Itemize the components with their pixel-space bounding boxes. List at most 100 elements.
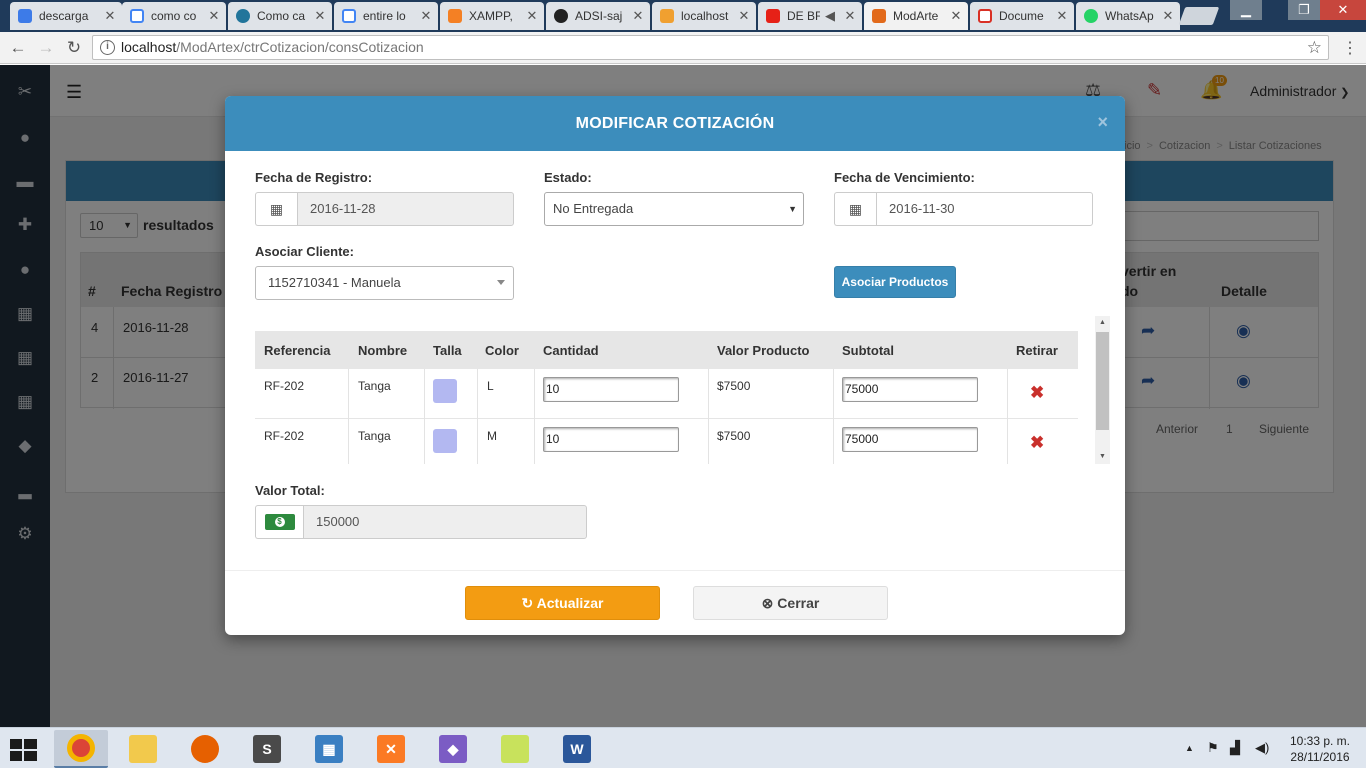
calendar-icon: ▦: [255, 192, 297, 226]
scrollbar-thumb[interactable]: [1096, 332, 1109, 430]
word-taskbar-icon[interactable]: W: [550, 730, 604, 768]
close-icon[interactable]: ✕: [950, 8, 962, 24]
google-icon: [130, 9, 144, 23]
restore-icon[interactable]: ❐: [1288, 0, 1320, 20]
fecha-registro-input[interactable]: 2016-11-28: [297, 192, 514, 226]
browser-tab[interactable]: descarga ✕: [10, 2, 122, 30]
product-valor: $7500: [717, 429, 751, 443]
close-icon[interactable]: ✕: [1056, 8, 1068, 24]
close-icon[interactable]: ✕: [632, 8, 644, 24]
youtube-icon: [766, 9, 780, 23]
audio-icon: ◀: [825, 8, 835, 23]
actualizar-button[interactable]: ↻ Actualizar: [465, 586, 660, 620]
minimize-icon[interactable]: ▁: [1230, 0, 1262, 20]
volume-icon[interactable]: ◀): [1255, 740, 1269, 756]
modal-header: MODIFICAR COTIZACIÓN ×: [225, 96, 1125, 151]
bookmark-star-icon[interactable]: ☆: [1307, 36, 1322, 59]
calendar-icon[interactable]: ▦: [834, 192, 876, 226]
browser-tab[interactable]: entire lo ✕: [334, 2, 438, 30]
dropbox-icon: [18, 9, 32, 23]
chrome-taskbar-icon[interactable]: [54, 730, 108, 768]
xampp-taskbar-icon[interactable]: ✕: [364, 730, 418, 768]
wordpress-icon: [236, 9, 250, 23]
forward-icon[interactable]: →: [36, 38, 56, 58]
file-explorer-taskbar-icon[interactable]: [116, 730, 170, 768]
product-color: L: [487, 379, 494, 393]
modal-title: MODIFICAR COTIZACIÓN: [575, 115, 775, 132]
subtotal-input[interactable]: 75000: [842, 377, 978, 402]
cantidad-input[interactable]: 10: [543, 377, 679, 402]
close-icon[interactable]: ✕: [208, 8, 220, 24]
remove-icon[interactable]: ✖: [1030, 383, 1044, 403]
new-tab-button[interactable]: [1178, 7, 1220, 25]
remove-icon[interactable]: ✖: [1030, 433, 1044, 453]
close-icon[interactable]: ✕: [314, 8, 326, 24]
products-table-header: Referencia Nombre Talla Color Cantidad V…: [255, 331, 1078, 369]
browser-menu-icon[interactable]: ⋮: [1340, 38, 1360, 58]
modificar-cotizacion-modal: MODIFICAR COTIZACIÓN × Fecha de Registro…: [225, 96, 1125, 635]
windows-taskbar: S ▦ ✕ ◆ W ▲ ⚑ ▟ ◀) 10:33 p. m. 28/11/201…: [0, 727, 1366, 768]
product-valor: $7500: [717, 379, 751, 393]
browser-tab[interactable]: Docume ✕: [970, 2, 1074, 30]
valor-total-field: $ 150000: [255, 505, 587, 539]
refresh-icon: ↻: [521, 595, 534, 611]
sticky-notes-taskbar-icon[interactable]: [488, 730, 542, 768]
estado-select[interactable]: No Entregada ▼: [544, 192, 804, 226]
clock[interactable]: 10:33 p. m. 28/11/2016: [1284, 733, 1356, 765]
gmail-icon: [978, 9, 992, 23]
close-window-icon[interactable]: ✕: [1320, 0, 1366, 20]
product-nombre: Tanga: [358, 429, 391, 443]
browser-tab-active[interactable]: ModArte ✕: [864, 2, 968, 30]
back-icon[interactable]: ←: [8, 38, 28, 58]
th-cantidad: Cantidad: [543, 343, 599, 358]
url-input[interactable]: i localhost/ModArtex/ctrCotizacion/consC…: [92, 35, 1329, 60]
wifi-icon[interactable]: ▟: [1230, 740, 1240, 756]
github-icon: [554, 9, 568, 23]
browser-tab[interactable]: XAMPP, ✕: [440, 2, 544, 30]
browser-tab[interactable]: localhost ✕: [652, 2, 756, 30]
estado-label: Estado:: [544, 170, 592, 185]
close-icon[interactable]: ×: [1097, 113, 1108, 131]
asociar-productos-button[interactable]: Asociar Productos: [834, 266, 956, 298]
cantidad-input[interactable]: 10: [543, 427, 679, 452]
subtotal-input[interactable]: 75000: [842, 427, 978, 452]
google-icon: [342, 9, 356, 23]
close-icon[interactable]: ✕: [1162, 8, 1174, 24]
firefox-taskbar-icon[interactable]: [178, 730, 232, 768]
fecha-vencimiento-field: ▦ 2016-11-30: [834, 192, 1093, 226]
cerrar-button[interactable]: ⊗ Cerrar: [693, 586, 888, 620]
browser-tab[interactable]: DE BF ◀ ✕: [758, 2, 862, 30]
address-bar-row: ← → ↻ i localhost/ModArtex/ctrCotizacion…: [0, 32, 1366, 64]
browser-tab[interactable]: WhatsAp ✕: [1076, 2, 1180, 30]
info-icon[interactable]: i: [100, 40, 115, 55]
show-hidden-icons-icon[interactable]: ▲: [1185, 743, 1194, 753]
windows-start-icon[interactable]: [10, 738, 40, 762]
caret-down-icon: ▼: [788, 204, 797, 214]
browser-tab[interactable]: como co ✕: [122, 2, 226, 30]
fecha-vencimiento-input[interactable]: 2016-11-30: [876, 192, 1093, 226]
flag-icon[interactable]: ⚑: [1207, 740, 1219, 756]
product-row: RF-202 Tanga L 10 $7500 75000 ✖: [255, 369, 1078, 419]
close-icon[interactable]: ✕: [104, 8, 116, 24]
reload-icon[interactable]: ↻: [64, 38, 84, 58]
valor-total-label: Valor Total:: [255, 483, 325, 498]
sublime-taskbar-icon[interactable]: S: [240, 730, 294, 768]
phpmyadmin-icon: [660, 9, 674, 23]
scroll-up-icon[interactable]: ▲: [1095, 316, 1110, 330]
close-icon[interactable]: ✕: [526, 8, 538, 24]
th-retirar: Retirar: [1016, 343, 1058, 358]
cliente-select[interactable]: 1152710341 - Manuela: [255, 266, 514, 300]
close-icon[interactable]: ✕: [738, 8, 750, 24]
close-icon[interactable]: ✕: [420, 8, 432, 24]
control-panel-taskbar-icon[interactable]: ▦: [302, 730, 356, 768]
scroll-down-icon[interactable]: ▼: [1095, 450, 1110, 464]
valor-total-input[interactable]: 150000: [303, 505, 587, 539]
times-circle-icon: ⊗: [761, 595, 774, 611]
th-talla: Talla: [433, 343, 462, 358]
browser-tab[interactable]: ADSI-saj ✕: [546, 2, 650, 30]
close-icon[interactable]: ✕: [844, 8, 856, 24]
gitkraken-taskbar-icon[interactable]: ◆: [426, 730, 480, 768]
browser-tab[interactable]: Como ca ✕: [228, 2, 332, 30]
products-table: Referencia Nombre Talla Color Cantidad V…: [255, 316, 1078, 464]
products-scrollbar[interactable]: ▲ ▼: [1095, 316, 1110, 464]
